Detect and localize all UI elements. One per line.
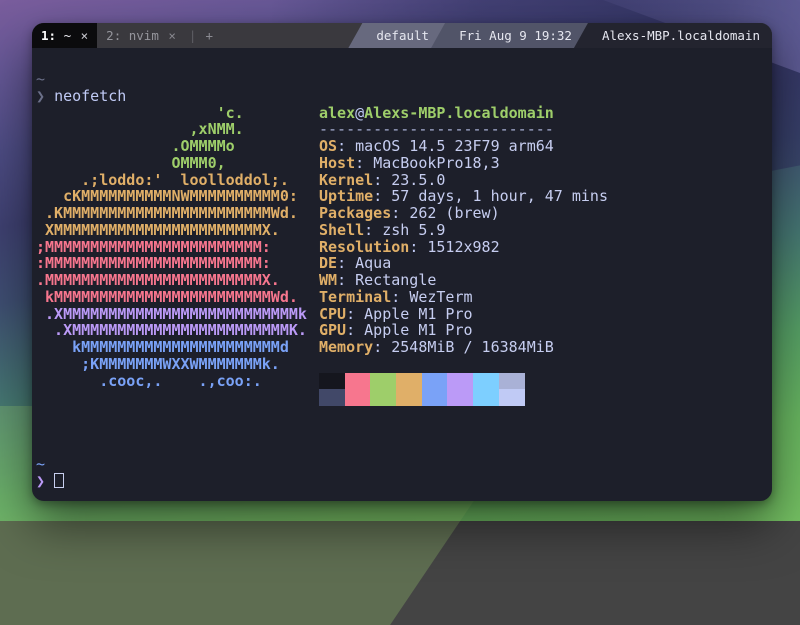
logo-line: cKMMMMMMMMMMNWMMMMMMMMMM0: (36, 188, 307, 205)
workspace-badge: default (348, 23, 445, 48)
neofetch-info: alex@Alexs-MBP.localdomain -------------… (319, 105, 608, 356)
info-row-host: Host: MacBookPro18,3 (319, 155, 608, 172)
info-row-cpu: CPU: Apple M1 Pro (319, 306, 608, 323)
logo-line: .MMMMMMMMMMMMMMMMMMMMMMMMX. (36, 272, 307, 289)
palette-swatch (422, 373, 448, 390)
palette-swatch (447, 389, 473, 406)
logo-line: kMMMMMMMMMMMMMMMMMMMMMMMMWd. (36, 289, 307, 306)
palette-swatch (370, 389, 396, 406)
text-cursor (54, 473, 64, 488)
workspace-label: default (376, 28, 429, 43)
palette-swatch (345, 389, 371, 406)
info-row-os: OS: macOS 14.5 23F79 arm64 (319, 138, 608, 155)
info-row-memory: Memory: 2548MiB / 16384MiB (319, 339, 608, 356)
palette-swatch (396, 373, 422, 390)
palette-swatch (319, 389, 345, 406)
new-tab-button[interactable]: + (200, 23, 218, 48)
logo-line: 'c. (36, 105, 307, 122)
info-row-wm: WM: Rectangle (319, 272, 608, 289)
logo-line: .XMMMMMMMMMMMMMMMMMMMMMMMMMMk (36, 306, 307, 323)
palette-swatch (422, 389, 448, 406)
prompt-cwd: ~ (36, 71, 126, 88)
logo-line: XMMMMMMMMMMMMMMMMMMMMMMMX. (36, 222, 307, 239)
info-row-terminal: Terminal: WezTerm (319, 289, 608, 306)
info-row-kernel: Kernel: 23.5.0 (319, 172, 608, 189)
tab-bar: 1: ~ × 2: nvim × | + default Fri Aug 9 1… (32, 23, 772, 48)
palette-swatch (370, 373, 396, 390)
logo-line: ;MMMMMMMMMMMMMMMMMMMMMMMM: (36, 239, 307, 256)
status-area: default Fri Aug 9 19:32 Alexs-MBP.locald… (348, 23, 772, 48)
color-palette (319, 373, 525, 407)
logo-line: .cooc,. .,coo:. (36, 373, 307, 390)
info-at: @ (355, 104, 364, 122)
logo-line: .OMMMMo (36, 138, 307, 155)
logo-line: ,xNMM. (36, 121, 307, 138)
palette-row-normal (319, 373, 525, 390)
prompt-cwd: ~ (36, 456, 64, 473)
tab-index: 2: (106, 28, 121, 43)
palette-swatch (473, 373, 499, 390)
tab-close-icon[interactable]: × (168, 28, 176, 43)
info-row-shell: Shell: zsh 5.9 (319, 222, 608, 239)
logo-line: .XMMMMMMMMMMMMMMMMMMMMMMMMK. (36, 322, 307, 339)
info-row-gpu: GPU: Apple M1 Pro (319, 322, 608, 339)
prompt-symbol: ❯ (36, 87, 45, 105)
palette-swatch (319, 373, 345, 390)
command-text: neofetch (54, 87, 126, 105)
clock-label: Fri Aug 9 19:32 (459, 28, 572, 43)
tab-separator: | (185, 23, 201, 48)
palette-swatch (473, 389, 499, 406)
palette-row-bright (319, 389, 525, 406)
info-row-uptime: Uptime: 57 days, 1 hour, 47 mins (319, 188, 608, 205)
tab-close-icon[interactable]: × (81, 28, 89, 43)
clock: Fri Aug 9 19:32 (431, 23, 588, 48)
neofetch-logo: 'c. ,xNMM. .OMMMMo OMMM0, .;loddo:' lool… (36, 105, 307, 390)
logo-line: .KMMMMMMMMMMMMMMMMMMMMMMMWd. (36, 205, 307, 222)
info-separator: -------------------------- (319, 121, 608, 138)
current-prompt: ~ ❯ (36, 456, 64, 490)
info-row-de: DE: Aqua (319, 255, 608, 272)
prompt-symbol: ❯ (36, 472, 45, 490)
previous-prompt: ~ ❯ neofetch (36, 71, 126, 105)
info-title: alex@Alexs-MBP.localdomain (319, 105, 608, 122)
tab-index: 1: (41, 28, 56, 43)
hostname-badge: Alexs-MBP.localdomain (574, 23, 772, 48)
logo-line: kMMMMMMMMMMMMMMMMMMMMMMd (36, 339, 307, 356)
palette-swatch (447, 373, 473, 390)
logo-line: .;loddo:' loolloddol;. (36, 172, 307, 189)
logo-line: :MMMMMMMMMMMMMMMMMMMMMMMM: (36, 255, 307, 272)
logo-line: OMMM0, (36, 155, 307, 172)
info-user: alex (319, 104, 355, 122)
palette-swatch (345, 373, 371, 390)
logo-line: ;KMMMMMMMWXXWMMMMMMMk. (36, 356, 307, 373)
palette-swatch (396, 389, 422, 406)
tab-title: ~ (56, 28, 79, 43)
tab-title: nvim (121, 28, 166, 43)
info-host: Alexs-MBP.localdomain (364, 104, 554, 122)
wezterm-window: 1: ~ × 2: nvim × | + default Fri Aug 9 1… (32, 23, 772, 501)
info-row-resolution: Resolution: 1512x982 (319, 239, 608, 256)
hostname-label: Alexs-MBP.localdomain (602, 28, 760, 43)
info-row-packages: Packages: 262 (brew) (319, 205, 608, 222)
tab-2-nvim[interactable]: 2: nvim × (97, 23, 185, 48)
palette-swatch (499, 373, 525, 390)
tab-1-home[interactable]: 1: ~ × (32, 23, 97, 48)
palette-swatch (499, 389, 525, 406)
